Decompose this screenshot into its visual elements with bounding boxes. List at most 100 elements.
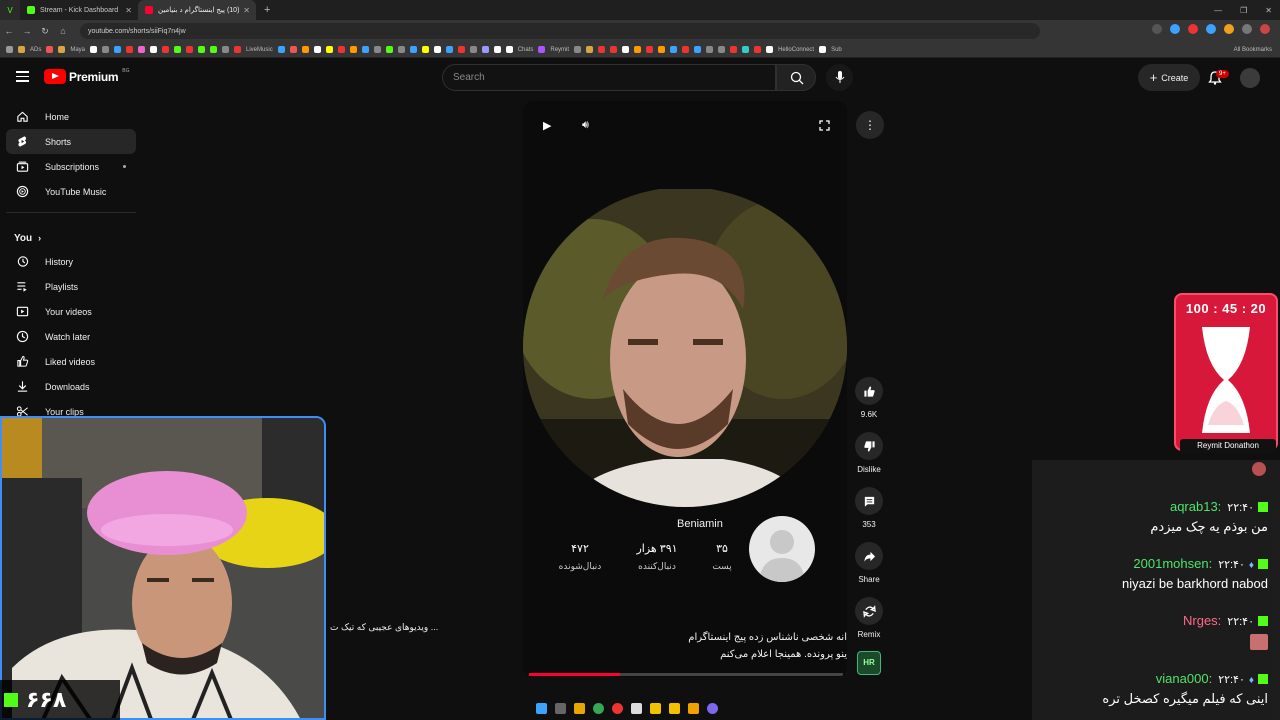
share-button[interactable]: Share [849, 542, 889, 584]
extension-icon[interactable] [1242, 24, 1252, 34]
channel-thumbnail-icon[interactable]: HR [857, 651, 881, 675]
sidebar-item-label: History [45, 256, 74, 267]
emote-icon [1250, 634, 1268, 650]
sidebar-item-shorts[interactable]: Shorts [6, 129, 136, 154]
tab-label: (10) پیج اینستاگرام د بنیامین [158, 7, 240, 14]
tab-youtube-short[interactable]: (10) پیج اینستاگرام د بنیامین ✕ [138, 0, 256, 20]
bookmark-maya[interactable]: Maya [70, 47, 85, 53]
extension-icon[interactable] [1188, 24, 1198, 34]
timer-value: 100 : 45 : 20 [1185, 301, 1267, 316]
minimize-icon[interactable]: — [1214, 6, 1222, 15]
start-icon[interactable] [536, 702, 547, 714]
home-browser-icon[interactable]: ⌂ [54, 26, 72, 36]
sidebar-item-home[interactable]: Home [6, 104, 136, 129]
extension-icon[interactable] [1206, 24, 1216, 34]
maximize-icon[interactable]: ❐ [1240, 6, 1247, 15]
youtube-music-icon [16, 185, 29, 198]
apps-icon[interactable] [6, 46, 13, 53]
app-icon[interactable] [650, 702, 661, 714]
app-icon[interactable] [574, 702, 585, 714]
remix-button[interactable]: Remix [849, 597, 889, 639]
back-icon[interactable]: ← [0, 26, 18, 36]
volume-icon[interactable]: 🔊︎ [582, 119, 589, 132]
tab-search-icon[interactable]: V [0, 0, 20, 20]
search-input[interactable]: Search [442, 64, 776, 91]
video-progress-bar[interactable] [529, 673, 843, 676]
stat-value: ۳۵ [716, 543, 728, 555]
sidebar-item-watch-later[interactable]: Watch later [6, 324, 136, 349]
like-button[interactable]: 9.6K [849, 377, 889, 419]
more-options-icon[interactable]: ⋮ [856, 111, 884, 139]
sidebar-item-liked-videos[interactable]: Liked videos [6, 349, 136, 374]
stat-posts: ۳۵ پست [705, 542, 739, 572]
tab-kick-dashboard[interactable]: Stream - Kick Dashboard ✕ [20, 0, 138, 20]
forward-icon[interactable]: → [18, 26, 36, 36]
donathon-timer-widget: 100 : 45 : 20 Reymit Donathon [1174, 293, 1278, 453]
app-icon[interactable] [669, 702, 680, 714]
search-button[interactable] [776, 64, 816, 91]
chat-text: niyazi be barkhord nabod [1122, 576, 1268, 591]
voice-search-button[interactable] [826, 64, 853, 91]
close-tab-icon[interactable]: ✕ [125, 6, 132, 15]
bookmark-helloconnect[interactable]: HelloConnect [778, 47, 814, 53]
app-icon[interactable] [631, 702, 642, 714]
play-icon[interactable]: ▶ [543, 119, 551, 132]
window-controls: — ❐ ✕ [1214, 0, 1272, 20]
caption-line: ینو پرونده. همینجا اعلام می‌کنم [720, 649, 847, 660]
close-tab-icon[interactable]: ✕ [243, 6, 250, 15]
diamond-badge-icon: ♦ [1248, 675, 1254, 686]
bookmark-sub[interactable]: Sub [831, 47, 842, 53]
chat-message: Nrges: ۲۲:۴۰ [1183, 612, 1268, 655]
sidebar-you-header[interactable]: You › [6, 227, 136, 249]
folder-icon[interactable] [688, 702, 699, 714]
sidebar-item-label: Playlists [45, 281, 79, 292]
shorts-player[interactable]: ▶ 🔊︎ [523, 101, 847, 677]
account-avatar[interactable] [1240, 68, 1260, 88]
bookmark-ads[interactable]: ADs [30, 47, 41, 53]
like-count: 9.6K [860, 410, 878, 419]
browser-tab-bar: V Stream - Kick Dashboard ✕ (10) پیج این… [0, 0, 1280, 20]
app-icon[interactable] [612, 702, 623, 714]
kick-viewer-counter: ۶۶۸ [0, 680, 120, 720]
sidebar-item-downloads[interactable]: Downloads [6, 374, 136, 399]
app-icon[interactable] [707, 702, 718, 714]
kick-favicon-icon [27, 6, 35, 14]
close-window-icon[interactable]: ✕ [1265, 6, 1272, 15]
webcam-feed [2, 418, 324, 718]
comments-button[interactable]: 353 [849, 487, 889, 529]
profile-icon[interactable] [1260, 24, 1270, 34]
taskview-icon[interactable] [555, 702, 566, 714]
dislike-label: Dislike [857, 465, 881, 474]
bookmark-chats[interactable]: Chats [518, 47, 534, 53]
playlists-icon [17, 282, 27, 292]
stat-value: ۴۷۲ [571, 543, 589, 555]
fullscreen-icon[interactable] [819, 120, 830, 131]
sidebar-item-subscriptions[interactable]: Subscriptions [6, 154, 136, 179]
video-progress-fill [529, 673, 621, 676]
create-button[interactable]: + Create [1138, 64, 1200, 91]
sidebar-item-youtube-music[interactable]: YouTube Music [6, 179, 136, 204]
chat-message: ♦ viana000: ۲۲:۴۰ اینی که فیلم میگیره کصخل… [1102, 670, 1268, 707]
new-tab-icon[interactable]: + [256, 4, 278, 16]
extension-icon[interactable] [1170, 24, 1180, 34]
folder-icon [18, 46, 25, 53]
sidebar-item-playlists[interactable]: Playlists [6, 274, 136, 299]
youtube-logo[interactable]: Premium BG [44, 68, 130, 84]
menu-icon[interactable] [16, 71, 29, 85]
sidebar-item-your-videos[interactable]: Your videos [6, 299, 136, 324]
history-icon [17, 256, 29, 267]
all-bookmarks[interactable]: All Bookmarks [1234, 47, 1272, 53]
dislike-button[interactable]: Dislike [849, 432, 889, 474]
create-label: Create [1161, 72, 1189, 83]
extension-icon[interactable] [1152, 24, 1162, 34]
kick-logo-icon [4, 693, 18, 707]
sidebar-item-history[interactable]: History [6, 249, 136, 274]
side-caption: ... ویدیوهای عجیبی که تیک ت [330, 622, 439, 632]
sidebar-item-label: Shorts [45, 136, 72, 147]
bookmark-reymit[interactable]: Reymit [550, 47, 569, 53]
bookmark-livemusic[interactable]: LiveMusic [246, 47, 273, 53]
extension-icon[interactable] [1224, 24, 1234, 34]
url-field[interactable]: youtube.com/shorts/siiFiq7n4jw [80, 23, 1040, 39]
reload-icon[interactable]: ↻ [36, 26, 54, 37]
chrome-icon[interactable] [593, 702, 604, 714]
